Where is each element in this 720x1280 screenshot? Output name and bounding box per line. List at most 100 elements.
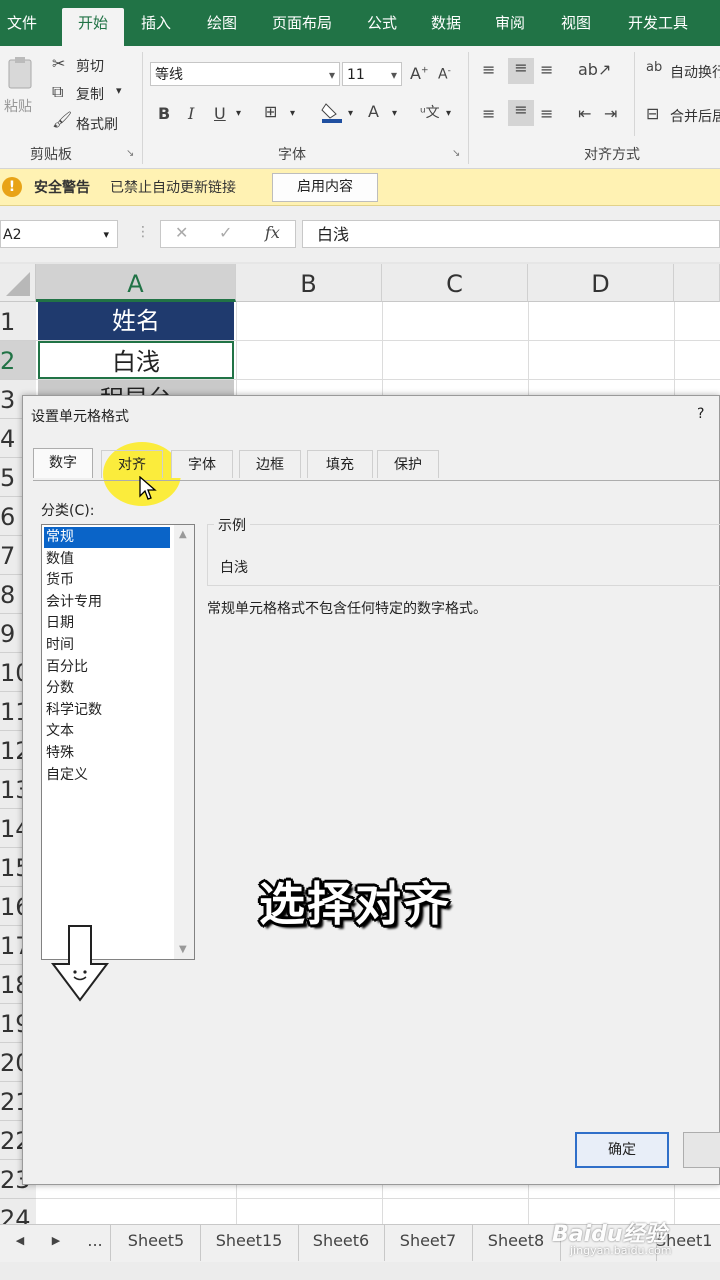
category-item[interactable]: 科学记数 [44, 700, 170, 721]
category-list[interactable]: 常规 数值 货币 会计专用 日期 时间 百分比 分数 科学记数 文本 特殊 自定义 ▲ ▼ [41, 524, 195, 960]
scroll-up-icon[interactable]: ▲ [179, 529, 187, 540]
select-all-corner[interactable] [0, 264, 36, 302]
cell-a2[interactable]: 白浅 [38, 341, 234, 379]
list-scrollbar[interactable]: ▲ ▼ [174, 525, 194, 959]
merge-center-button[interactable]: 合并后居中 [670, 106, 720, 126]
underline-icon[interactable]: U [214, 104, 226, 123]
tab-font[interactable]: 字体 [171, 450, 233, 478]
category-item[interactable]: 日期 [44, 613, 170, 634]
phonetic-icon[interactable]: ᵘ文 [420, 102, 440, 122]
category-item[interactable]: 分数 [44, 678, 170, 699]
orientation-icon[interactable]: ab↗ [578, 60, 611, 79]
tab-file[interactable]: 文件 [0, 8, 44, 38]
cell-a3[interactable]: 程昱台 [38, 380, 234, 395]
row-header[interactable]: 1 [0, 302, 36, 341]
row-header[interactable]: 2 [0, 341, 36, 380]
sample-label: 示例 [214, 515, 250, 535]
italic-icon[interactable]: I [188, 104, 194, 123]
align-bottom-icon[interactable]: ≡ [540, 60, 553, 79]
enable-content-button[interactable]: 启用内容 [272, 173, 378, 202]
scroll-down-icon[interactable]: ▼ [179, 944, 187, 955]
tab-home[interactable]: 开始 [62, 8, 124, 46]
category-item[interactable]: 特殊 [44, 743, 170, 764]
font-color-dropdown-icon[interactable]: ▾ [392, 108, 397, 119]
paste-icon[interactable] [6, 56, 36, 90]
tab-review[interactable]: 审阅 [484, 8, 536, 38]
decrease-indent-icon[interactable]: ⇤ [578, 104, 591, 123]
font-size-combo[interactable]: 11 ▾ [342, 62, 402, 86]
cell-a1[interactable]: 姓名 [38, 302, 234, 340]
align-right-icon[interactable]: ≡ [540, 104, 553, 123]
scissors-icon: ✂ [52, 54, 66, 73]
column-header-c[interactable]: C [382, 264, 528, 302]
tab-formulas[interactable]: 公式 [356, 8, 408, 38]
phonetic-dropdown-icon[interactable]: ▾ [446, 108, 451, 119]
font-color-icon[interactable]: A [368, 102, 379, 121]
align-top-icon[interactable]: ≡ [482, 60, 495, 79]
sample-box: 示例 白浅 [207, 515, 720, 586]
border-icon[interactable]: ⊞ [264, 102, 277, 121]
fill-color-icon[interactable] [320, 100, 344, 128]
separator [142, 52, 143, 164]
font-group-label: 字体 [278, 147, 306, 163]
insert-function-icon[interactable]: fx [265, 223, 280, 242]
bold-icon[interactable]: B [158, 104, 170, 123]
category-item[interactable]: 自定义 [44, 765, 170, 786]
tab-developer[interactable]: 开发工具 [616, 8, 700, 38]
tab-insert[interactable]: 插入 [130, 8, 182, 38]
category-item[interactable]: 常规 [44, 527, 170, 548]
category-item[interactable]: 时间 [44, 635, 170, 656]
align-center-icon[interactable]: ≡ [508, 100, 534, 126]
clipboard-launcher-icon[interactable]: ↘ [126, 148, 134, 159]
font-launcher-icon[interactable]: ↘ [452, 148, 460, 159]
sheet-tab[interactable]: Sheet15 [200, 1225, 299, 1261]
name-box[interactable]: A2 ▾ [0, 220, 118, 248]
more-sheets-button[interactable]: ... [80, 1225, 111, 1261]
align-middle-icon[interactable]: ≡ [508, 58, 534, 84]
font-name-combo[interactable]: 等线 ▾ [150, 62, 340, 86]
column-header-b[interactable]: B [236, 264, 382, 302]
tab-fill[interactable]: 填充 [307, 450, 373, 478]
tab-data[interactable]: 数据 [420, 8, 472, 38]
enter-icon[interactable]: ✓ [219, 223, 232, 242]
tab-view[interactable]: 视图 [550, 8, 602, 38]
column-header-d[interactable]: D [528, 264, 674, 302]
prev-sheet-icon[interactable]: ◀ [8, 1225, 32, 1261]
chevron-down-icon[interactable]: ▾ [103, 221, 109, 249]
formula-input[interactable]: 白浅 [302, 220, 720, 248]
tab-alignment[interactable]: 对齐 [101, 450, 163, 478]
tab-protection[interactable]: 保护 [377, 450, 439, 478]
fill-color-dropdown-icon[interactable]: ▾ [348, 108, 353, 119]
cancel-button[interactable] [683, 1132, 720, 1168]
sheet-tab[interactable]: Sheet5 [112, 1225, 201, 1261]
ok-button[interactable]: 确定 [575, 1132, 669, 1168]
category-item[interactable]: 会计专用 [44, 592, 170, 613]
wrap-text-button[interactable]: 自动换行 [670, 62, 720, 82]
sheet-tab[interactable]: Sheet6 [298, 1225, 385, 1261]
category-item[interactable]: 文本 [44, 721, 170, 742]
format-painter-button[interactable]: 格式刷 [76, 114, 118, 134]
cancel-icon[interactable]: ✕ [175, 223, 188, 242]
align-left-icon[interactable]: ≡ [482, 104, 495, 123]
decrease-font-icon[interactable]: A- [438, 66, 451, 83]
sheet-tab[interactable]: Sheet7 [384, 1225, 473, 1261]
copy-button[interactable]: 复制 [76, 84, 104, 104]
mouse-cursor-icon [139, 476, 157, 500]
column-header-e[interactable] [674, 264, 720, 302]
border-dropdown-icon[interactable]: ▾ [290, 108, 295, 119]
category-item[interactable]: 数值 [44, 549, 170, 570]
tab-number[interactable]: 数字 [33, 448, 93, 478]
underline-dropdown-icon[interactable]: ▾ [236, 108, 241, 119]
copy-dropdown-icon[interactable]: ▾ [116, 84, 122, 97]
category-item[interactable]: 百分比 [44, 657, 170, 678]
tab-page-layout[interactable]: 页面布局 [264, 8, 340, 38]
increase-indent-icon[interactable]: ⇥ [604, 104, 617, 123]
next-sheet-icon[interactable]: ▶ [44, 1225, 68, 1261]
tab-border[interactable]: 边框 [239, 450, 301, 478]
increase-font-icon[interactable]: A+ [410, 64, 429, 83]
cut-button[interactable]: 剪切 [76, 56, 104, 76]
category-item[interactable]: 货币 [44, 570, 170, 591]
column-header-a[interactable]: A [36, 264, 236, 302]
help-button[interactable]: ? [697, 406, 704, 422]
tab-draw[interactable]: 绘图 [196, 8, 248, 38]
